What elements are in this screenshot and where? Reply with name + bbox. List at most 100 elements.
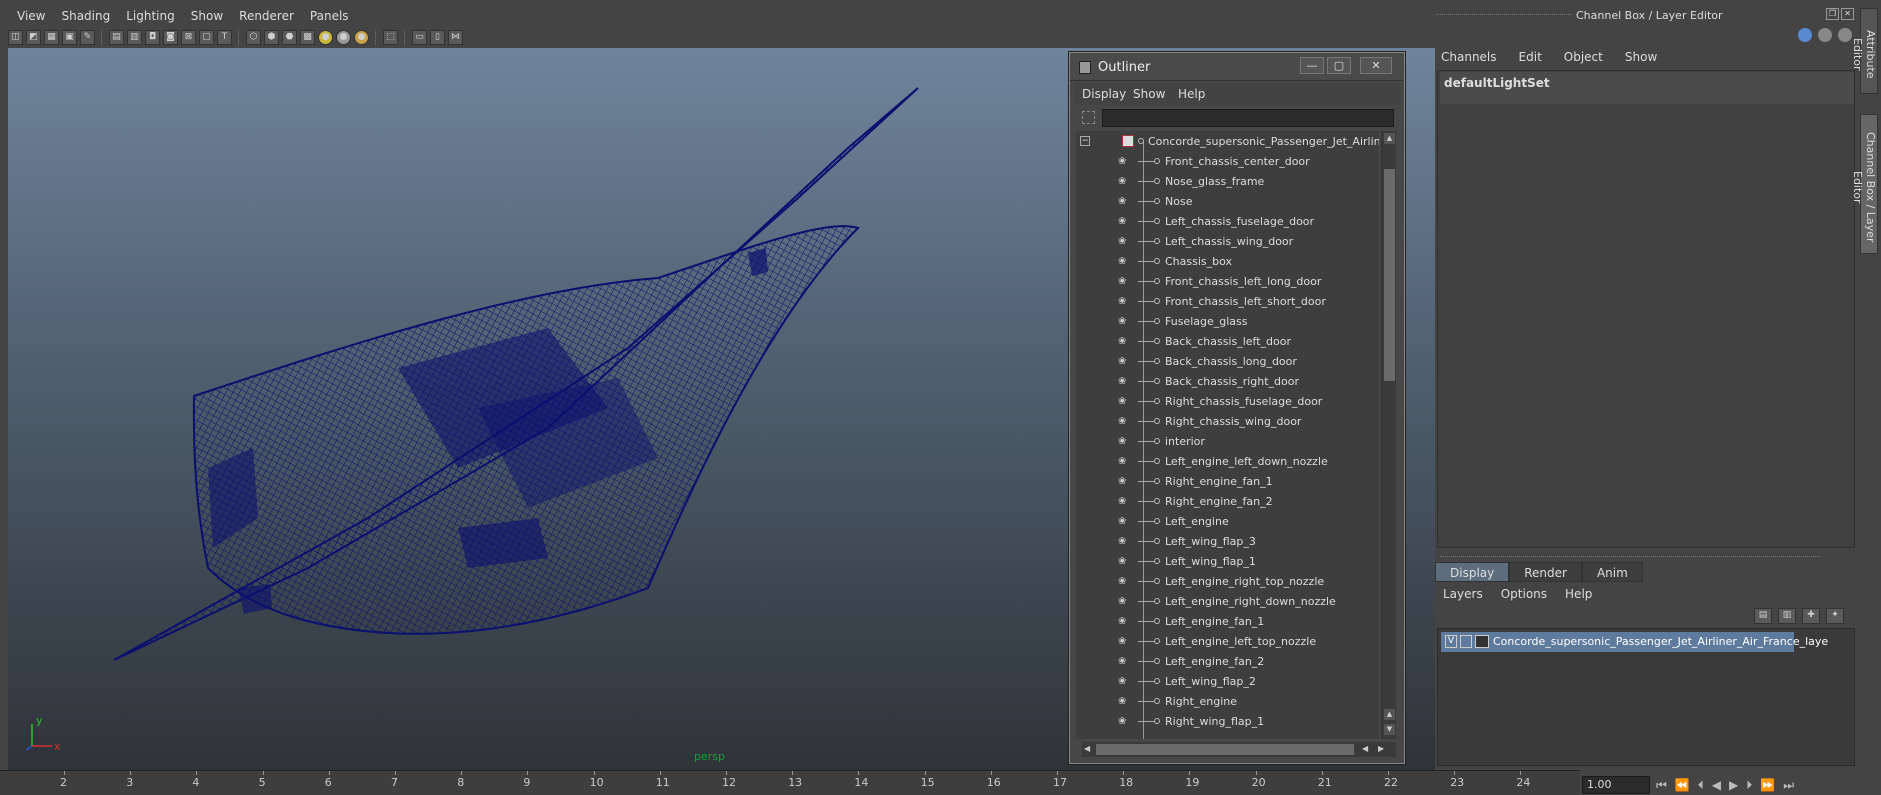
outliner-titlebar[interactable]: Outliner — ▢ ✕ [1070, 53, 1404, 81]
close-panel-icon[interactable]: ✕ [1841, 8, 1854, 20]
menu-panels[interactable]: Panels [302, 9, 357, 23]
safe-action-icon[interactable]: ▢ [199, 29, 214, 45]
go-to-end-icon[interactable]: ⏭ [1783, 778, 1794, 793]
step-back-key-icon[interactable]: ⏴ [1698, 778, 1704, 793]
scroll-thumb[interactable] [1384, 169, 1395, 381]
collapse-icon[interactable]: − [1080, 136, 1090, 146]
new-layer-from-selection-icon[interactable]: ✦ [1826, 608, 1844, 624]
outliner-item[interactable]: ❀ Right_engine_fan_2 [1076, 491, 1379, 511]
tab-anim[interactable]: Anim [1581, 562, 1643, 582]
play-backwards-icon[interactable]: ◀ [1712, 778, 1721, 793]
ambient-occlusion-icon[interactable]: ● [354, 29, 369, 45]
outliner-item[interactable]: ❀ Right_wing_flap_1 [1076, 711, 1379, 731]
layer-color-swatch[interactable] [1475, 635, 1489, 648]
outliner-item[interactable]: ❀ Right_engine [1076, 691, 1379, 711]
outliner-menu-display[interactable]: Display [1082, 87, 1126, 101]
selected-node[interactable]: defaultLightSet [1440, 72, 1854, 104]
grease-pencil-icon[interactable]: ✎ [80, 29, 95, 45]
minimize-button[interactable]: — [1300, 57, 1324, 74]
grid-icon[interactable]: ▤ [109, 29, 124, 45]
outliner-item[interactable]: ❀ Left_wing_flap_2 [1076, 671, 1379, 691]
layer-menu-help[interactable]: Help [1565, 587, 1610, 601]
textured-icon[interactable]: ▩ [300, 29, 315, 45]
outliner-menu-help[interactable]: Help [1178, 87, 1205, 101]
outliner-item[interactable]: ❀ Left_engine_left_down_nozzle [1076, 451, 1379, 471]
move-layer-down-icon[interactable]: ▥ [1778, 608, 1796, 624]
maximize-button[interactable]: ▢ [1327, 57, 1351, 74]
outliner-item[interactable]: ❀ Back_chassis_right_door [1076, 371, 1379, 391]
gate-mask-icon[interactable]: ◙ [163, 29, 178, 45]
layer-menu-options[interactable]: Options [1501, 587, 1565, 601]
tab-display[interactable]: Display [1435, 562, 1510, 582]
outliner-item[interactable]: ❀ Left_engine_right_top_nozzle [1076, 571, 1379, 591]
smooth-shade-icon[interactable]: ⬢ [264, 29, 279, 45]
outliner-item[interactable]: ❀ Left_wing_flap_1 [1076, 551, 1379, 571]
scroll-up-icon[interactable]: ▲ [1384, 133, 1395, 144]
safe-title-icon[interactable]: T [217, 29, 232, 45]
menu-shading[interactable]: Shading [53, 9, 118, 23]
scroll-down-icon[interactable]: ▼ [1384, 724, 1395, 735]
image-plane-icon[interactable]: ▣ [62, 29, 77, 45]
step-forward-key-icon[interactable]: ⏵ [1746, 778, 1752, 793]
outliner-vertical-scrollbar[interactable]: ▲ ▲ ▼ [1381, 131, 1396, 739]
bookmarks-icon[interactable]: ▦ [44, 29, 59, 45]
speed-icon[interactable] [1818, 28, 1832, 42]
layer-visibility-toggle[interactable]: V [1445, 635, 1457, 648]
outliner-item[interactable]: ❀ Back_chassis_left_door [1076, 331, 1379, 351]
menu-view[interactable]: View [9, 9, 53, 23]
outliner-item[interactable]: ❀ Fuselage_glass [1076, 311, 1379, 331]
move-layer-up-icon[interactable]: ▤ [1754, 608, 1772, 624]
step-back-icon[interactable]: ⏪ [1675, 778, 1690, 793]
outliner-item[interactable]: ❀ Left_engine_right_down_nozzle [1076, 591, 1379, 611]
layer-list[interactable]: V Concorde_supersonic_Passenger_Jet_Airl… [1437, 628, 1855, 766]
channel-box-tab[interactable]: Channel Box / Layer Editor [1851, 114, 1878, 254]
scroll-up-icon[interactable]: ▲ [1384, 709, 1395, 720]
play-forwards-icon[interactable]: ▶ [1729, 778, 1738, 793]
manipulator-icon[interactable] [1798, 28, 1812, 42]
outliner-item[interactable]: ❀ interior [1076, 431, 1379, 451]
outliner-item[interactable]: ❀ Left_engine [1076, 511, 1379, 531]
time-slider[interactable]: 2 3 4 5 6 7 8 9 10 11 12 13 14 15 16 17 18 19 20 21 22 23 24 [0, 770, 1580, 795]
outliner-item[interactable]: ❀ Front_chassis_left_short_door [1076, 291, 1379, 311]
layer-menu-layers[interactable]: Layers [1443, 587, 1501, 601]
layer-row[interactable]: V Concorde_supersonic_Passenger_Jet_Airl… [1441, 632, 1828, 652]
xray-icon[interactable]: ▭ [412, 29, 427, 45]
attribute-editor-tab[interactable]: Attribute Editor [1851, 8, 1878, 94]
channel-box-menu-show[interactable]: Show [1625, 50, 1679, 64]
close-button[interactable]: ✕ [1360, 57, 1392, 74]
scroll-right-icon[interactable]: ▶ [1378, 744, 1384, 753]
hyperbolic-icon[interactable] [1838, 28, 1852, 42]
menu-lighting[interactable]: Lighting [118, 9, 183, 23]
xray-components-icon[interactable]: ⋈ [448, 29, 463, 45]
hscroll-thumb[interactable] [1096, 744, 1354, 755]
resolution-gate-icon[interactable]: ◘ [145, 29, 160, 45]
outliner-item[interactable]: ❀ Front_chassis_center_door [1076, 151, 1379, 171]
outliner-search-input[interactable] [1102, 109, 1394, 127]
outliner-item[interactable]: ❀ Right_chassis_wing_door [1076, 411, 1379, 431]
float-panel-icon[interactable]: ❐ [1826, 8, 1839, 20]
outliner-menu-show[interactable]: Show [1133, 87, 1165, 101]
menu-renderer[interactable]: Renderer [231, 9, 302, 23]
outliner-item[interactable]: ❀ Back_chassis_long_door [1076, 351, 1379, 371]
channel-box-menu-edit[interactable]: Edit [1519, 50, 1564, 64]
filter-icon[interactable] [1082, 111, 1095, 124]
outliner-item[interactable]: ❀ Left_engine_left_top_nozzle [1076, 631, 1379, 651]
channel-box-menu-channels[interactable]: Channels [1441, 50, 1519, 64]
outliner-item[interactable]: ❀ Left_chassis_fuselage_door [1076, 211, 1379, 231]
scroll-left-icon[interactable]: ◀ [1084, 744, 1090, 753]
isolate-select-icon[interactable]: ⬚ [383, 29, 398, 45]
camera-attributes-icon[interactable]: ◩ [26, 29, 41, 45]
outliner-item[interactable]: ❀ Left_engine_fan_2 [1076, 651, 1379, 671]
outliner-horizontal-scrollbar[interactable]: ◀ ◀ ▶ [1082, 742, 1396, 757]
film-gate-icon[interactable]: ▥ [127, 29, 142, 45]
step-forward-icon[interactable]: ⏩ [1760, 778, 1775, 793]
channel-box-panel[interactable]: defaultLightSet [1437, 70, 1855, 548]
new-empty-layer-icon[interactable]: ✚ [1802, 608, 1820, 624]
go-to-start-icon[interactable]: ⏮ [1656, 778, 1667, 793]
outliner-item[interactable]: ❀ Right_engine_fan_1 [1076, 471, 1379, 491]
outliner-window[interactable]: Outliner — ▢ ✕ Display Show Help − Concord… [1069, 52, 1405, 764]
wireframe-on-shaded-icon[interactable]: ⬣ [282, 29, 297, 45]
shadows-icon[interactable]: ● [336, 29, 351, 45]
outliner-item[interactable]: ❀ Right_chassis_fuselage_door [1076, 391, 1379, 411]
outliner-item[interactable]: ❀ Chassis_box [1076, 251, 1379, 271]
